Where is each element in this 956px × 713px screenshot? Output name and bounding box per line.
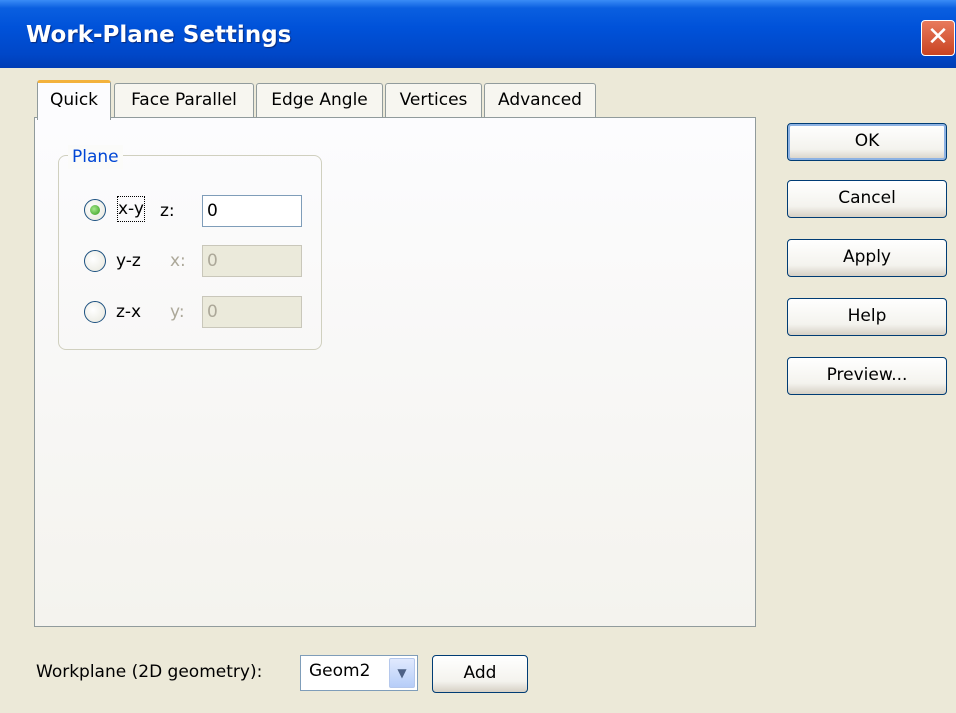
radio-selected-dot xyxy=(90,205,100,215)
tab-advanced[interactable]: Advanced xyxy=(484,83,596,119)
tab-vertices[interactable]: Vertices xyxy=(385,83,482,119)
radio-y-z-label[interactable]: y-z xyxy=(116,249,141,273)
apply-button[interactable]: Apply xyxy=(787,239,947,277)
z-coord-input[interactable] xyxy=(202,195,302,227)
ok-button[interactable]: OK xyxy=(787,123,947,161)
workplane-select[interactable]: Geom2 ▼ xyxy=(300,655,418,691)
tab-quick[interactable]: Quick xyxy=(37,80,111,120)
z-coord-label: z: xyxy=(160,201,175,221)
radio-x-y-label[interactable]: x-y xyxy=(117,196,145,222)
radio-x-y[interactable] xyxy=(84,199,106,221)
tab-label: Face Parallel xyxy=(131,90,237,110)
x-coord-input[interactable] xyxy=(202,245,302,277)
chevron-down-icon[interactable]: ▼ xyxy=(389,658,415,688)
tab-label: Vertices xyxy=(399,90,468,110)
preview-button[interactable]: Preview... xyxy=(787,357,947,395)
window-title: Work-Plane Settings xyxy=(26,22,292,48)
workplane-label: Workplane (2D geometry): xyxy=(36,662,263,682)
cancel-button[interactable]: Cancel xyxy=(787,180,947,218)
radio-z-x-label[interactable]: z-x xyxy=(116,300,141,324)
tab-label: Quick xyxy=(49,90,99,110)
x-coord-label: x: xyxy=(170,251,186,271)
radio-z-x[interactable] xyxy=(84,301,106,323)
close-button[interactable]: ✕ xyxy=(921,20,955,56)
tab-label: Advanced xyxy=(498,90,582,110)
close-icon: ✕ xyxy=(927,22,949,52)
plane-group-title: Plane xyxy=(68,145,123,169)
tab-label: Edge Angle xyxy=(271,90,368,110)
dialog-window: Work-Plane Settings ✕ Quick Face Paralle… xyxy=(0,0,956,713)
y-coord-label: y: xyxy=(170,302,185,322)
tab-edge-angle[interactable]: Edge Angle xyxy=(256,83,383,119)
tab-face-parallel[interactable]: Face Parallel xyxy=(114,83,254,119)
add-button[interactable]: Add xyxy=(432,655,528,693)
workplane-select-value: Geom2 xyxy=(309,661,371,681)
radio-y-z[interactable] xyxy=(84,250,106,272)
title-bar[interactable]: Work-Plane Settings ✕ xyxy=(0,0,956,68)
help-button[interactable]: Help xyxy=(787,298,947,336)
y-coord-input[interactable] xyxy=(202,296,302,328)
